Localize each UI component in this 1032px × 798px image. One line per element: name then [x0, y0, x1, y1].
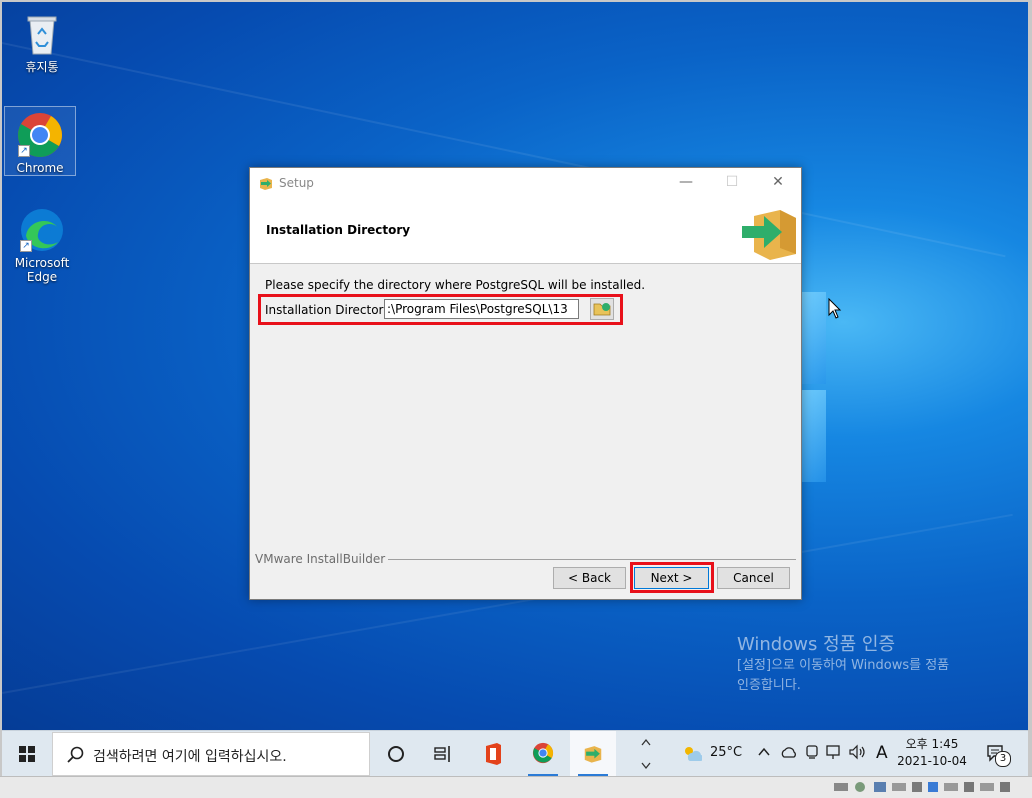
activation-watermark: Windows 정품 인증 [설정]으로 이동하여 Windows를 정품 인증…: [737, 634, 949, 696]
close-button[interactable]: ✕: [755, 168, 801, 198]
back-button[interactable]: < Back: [553, 567, 626, 589]
desktop-icon-label: 휴지통: [25, 60, 59, 74]
windows-logo-pane: [800, 292, 826, 384]
notification-center-button[interactable]: 3: [982, 731, 1022, 776]
taskbar-clock[interactable]: 오후 1:45 2021-10-04: [892, 736, 972, 770]
desktop: 휴지통 ↗ Chrome ↗ Microsoft Edge Windows 정품…: [2, 2, 1028, 730]
clock-time: 오후 1:45: [905, 737, 959, 751]
cancel-button[interactable]: Cancel: [717, 567, 790, 589]
dialog-titlebar[interactable]: Setup — ☐ ✕: [250, 168, 801, 198]
directory-prompt: Please specify the directory where Postg…: [265, 278, 646, 292]
meet-now-icon[interactable]: [804, 744, 820, 760]
widgets-button[interactable]: [420, 731, 466, 776]
ime-indicator[interactable]: A: [876, 743, 888, 776]
dialog-title: Setup: [279, 176, 314, 190]
page-title: Installation Directory: [266, 223, 411, 237]
search-icon: [67, 746, 84, 763]
volume-icon[interactable]: [848, 744, 866, 760]
onedrive-cloud-icon[interactable]: [780, 746, 798, 758]
taskbar: 검색하려면 여기에 입력하십시오. 25°C A 오후 1:45 2021-10…: [2, 730, 1028, 776]
windows-logo-pane: [800, 390, 826, 482]
windows-start-icon: [19, 746, 35, 762]
office-icon: [486, 743, 501, 765]
taskbar-scroll-button[interactable]: [638, 731, 654, 776]
task-view-icon: [388, 746, 404, 762]
desktop-icon-label: Microsoft Edge: [14, 256, 70, 284]
edge-icon: ↗: [18, 206, 66, 254]
weather-temperature: 25°C: [710, 745, 743, 760]
widgets-icon: [434, 746, 450, 762]
watermark-line: [설정]으로 이동하여 Windows를 정품: [737, 658, 950, 673]
tray-icons: [754, 731, 866, 776]
minimize-button[interactable]: —: [663, 168, 709, 198]
taskbar-chrome[interactable]: [520, 731, 566, 776]
taskbar-setup[interactable]: [570, 731, 616, 776]
vm-status-icons: [834, 782, 1010, 792]
search-placeholder: 검색하려면 여기에 입력하십시오.: [93, 749, 287, 765]
desktop-icon-chrome[interactable]: ↗ Chrome: [4, 106, 76, 176]
clock-date: 2021-10-04: [897, 754, 967, 768]
shortcut-arrow-icon: ↗: [18, 145, 30, 157]
taskbar-office[interactable]: [470, 731, 516, 776]
installbuilder-brand: VMware InstallBuilder: [255, 552, 389, 566]
watermark-title: Windows 정품 인증: [737, 634, 896, 655]
desktop-icon-label: Chrome: [16, 161, 64, 175]
chrome-icon: ↗: [16, 111, 64, 159]
start-button[interactable]: [2, 731, 50, 776]
installer-box-icon: [740, 204, 796, 260]
watermark-line: 인증합니다.: [737, 678, 801, 693]
setup-app-icon: [584, 746, 602, 763]
desktop-icon-recycle-bin[interactable]: 휴지통: [7, 10, 77, 74]
mouse-cursor-icon: [828, 298, 842, 319]
recycle-bin-icon: [18, 10, 66, 58]
weather-icon: [685, 747, 702, 762]
setup-app-icon: [258, 175, 274, 191]
vm-status-bar: [0, 776, 1032, 798]
chevron-up-icon[interactable]: [758, 747, 770, 757]
taskbar-search-box[interactable]: 검색하려면 여기에 입력하십시오.: [52, 732, 370, 776]
task-view-button[interactable]: [372, 731, 418, 776]
weather-widget[interactable]: 25°C: [678, 731, 748, 776]
highlight-next-button: [630, 562, 714, 593]
chevron-up-down-icon: [641, 738, 651, 770]
maximize-button[interactable]: ☐: [709, 168, 755, 198]
chrome-icon: [532, 742, 554, 764]
notification-badge: 3: [995, 751, 1011, 767]
setup-dialog: Setup — ☐ ✕ Installation Directory Pleas…: [249, 167, 802, 600]
network-icon[interactable]: [826, 744, 842, 760]
highlight-directory-box: [258, 294, 623, 325]
desktop-icon-edge[interactable]: ↗ Microsoft Edge: [7, 206, 77, 284]
dialog-header: Installation Directory: [250, 198, 801, 264]
screen: 휴지통 ↗ Chrome ↗ Microsoft Edge Windows 정품…: [2, 2, 1028, 776]
shortcut-arrow-icon: ↗: [20, 240, 32, 252]
